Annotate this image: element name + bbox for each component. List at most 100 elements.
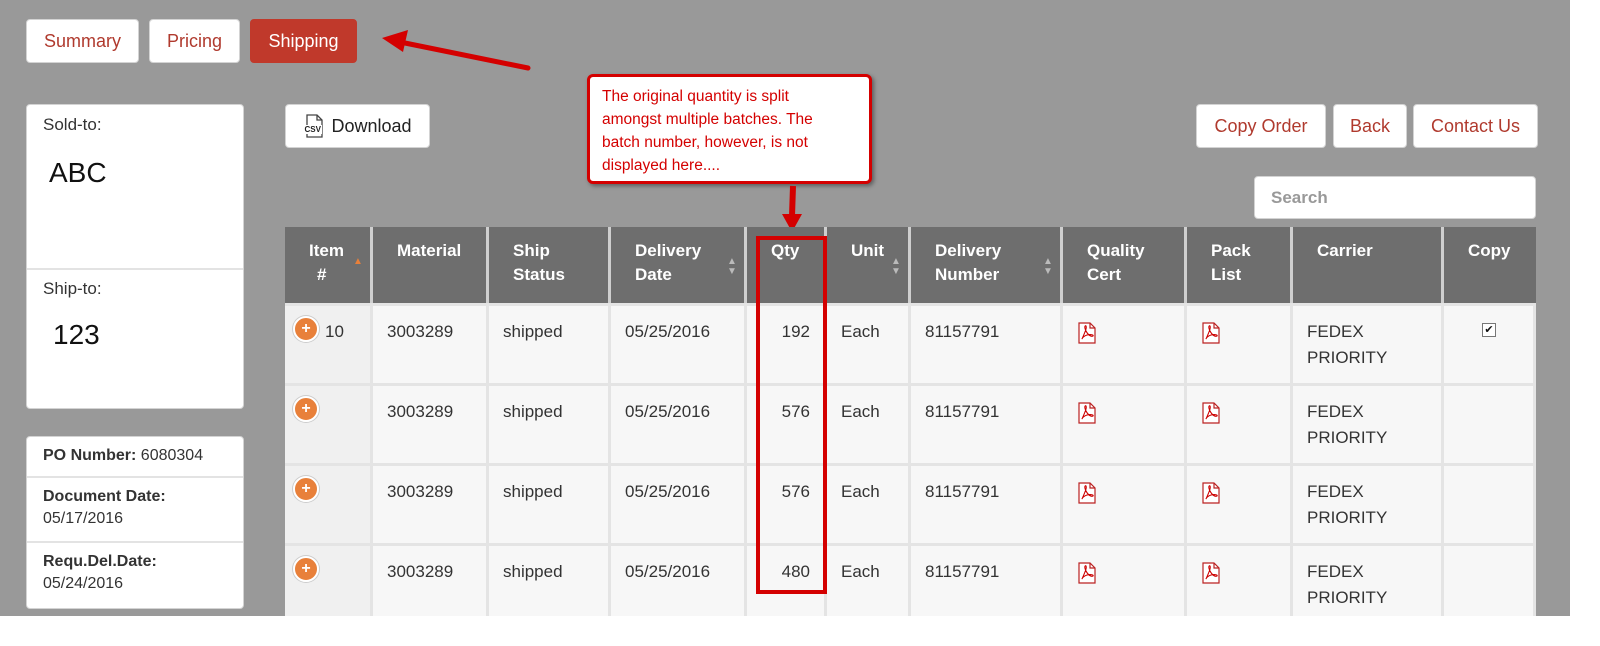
- cell-copy[interactable]: [1444, 386, 1533, 463]
- csv-file-icon: CSV: [303, 114, 325, 138]
- address-divider: [27, 268, 243, 270]
- cell-pack[interactable]: [1187, 386, 1290, 463]
- download-button[interactable]: CSV Download: [285, 104, 430, 148]
- column-header-delivery-number[interactable]: Delivery Number ▲ ▼: [911, 227, 1063, 303]
- contact-us-button[interactable]: Contact Us: [1413, 104, 1538, 148]
- expand-plus-icon[interactable]: +: [293, 556, 319, 582]
- column-header-quality-cert[interactable]: Quality Cert: [1063, 227, 1187, 303]
- address-panel: Sold-to: ABC Ship-to: 123: [26, 104, 244, 409]
- expand-plus-icon[interactable]: +: [293, 396, 319, 422]
- annotation-arrow-to-tab: [382, 30, 531, 71]
- column-header-carrier[interactable]: Carrier: [1293, 227, 1444, 303]
- pdf-icon[interactable]: [1077, 482, 1097, 504]
- cell-unit: Each: [827, 386, 908, 463]
- cell-pack[interactable]: [1187, 546, 1290, 616]
- cell-item[interactable]: +: [285, 466, 370, 543]
- sort-icon[interactable]: ▲ ▼: [891, 257, 901, 277]
- requ-del-date-label: Requ.Del.Date:: [43, 553, 157, 570]
- column-header-label: List: [1211, 265, 1242, 284]
- cell-delivery: 81157791: [911, 546, 1060, 616]
- requ-del-date-row: Requ.Del.Date: 05/24/2016: [27, 543, 243, 608]
- cell-delivery: 81157791: [911, 386, 1060, 463]
- cell-unit: Each: [827, 466, 908, 543]
- copy-order-button[interactable]: Copy Order: [1196, 104, 1326, 148]
- document-date-value: 05/17/2016: [43, 510, 124, 527]
- cell-cert[interactable]: [1063, 546, 1184, 616]
- cell-item[interactable]: +: [285, 546, 370, 616]
- shipping-table: Item # ▲ Material Ship Status Delivery D…: [285, 227, 1536, 616]
- tab-shipping[interactable]: Shipping: [250, 19, 357, 63]
- cell-material: 3003289: [373, 306, 486, 383]
- cell-item[interactable]: +: [285, 386, 370, 463]
- cell-date: 05/25/2016: [611, 306, 744, 383]
- cell-date: 05/25/2016: [611, 386, 744, 463]
- carrier-line: FEDEX: [1307, 322, 1364, 341]
- column-header-material[interactable]: Material: [373, 227, 489, 303]
- cell-cert[interactable]: [1063, 386, 1184, 463]
- cell-pack[interactable]: [1187, 306, 1290, 383]
- csv-icon-text: CSV: [303, 125, 322, 134]
- carrier-line: PRIORITY: [1307, 588, 1388, 607]
- carrier-line: PRIORITY: [1307, 508, 1388, 527]
- cell-carrier: FEDEX PRIORITY: [1293, 546, 1441, 616]
- cell-copy[interactable]: [1444, 546, 1533, 616]
- column-header-ship-status[interactable]: Ship Status: [489, 227, 611, 303]
- cell-delivery: 81157791: [911, 466, 1060, 543]
- sort-icon[interactable]: ▲ ▼: [727, 257, 737, 277]
- cell-carrier: FEDEX PRIORITY: [1293, 466, 1441, 543]
- tab-pricing[interactable]: Pricing: [149, 19, 240, 63]
- cell-unit: Each: [827, 546, 908, 616]
- column-header-label: Ship: [513, 241, 550, 260]
- column-header-pack-list[interactable]: Pack List: [1187, 227, 1293, 303]
- cell-status: shipped: [489, 546, 608, 616]
- expand-plus-icon[interactable]: +: [293, 476, 319, 502]
- cell-delivery: 81157791: [911, 306, 1060, 383]
- column-header-delivery-date[interactable]: Delivery Date ▲ ▼: [611, 227, 747, 303]
- cell-pack[interactable]: [1187, 466, 1290, 543]
- pdf-icon[interactable]: [1077, 402, 1097, 424]
- copy-checkbox[interactable]: ✔: [1482, 323, 1496, 337]
- sort-icon[interactable]: ▲ ▼: [1043, 257, 1053, 277]
- pdf-icon[interactable]: [1077, 322, 1097, 344]
- annotation-callout: The original quantity is split amongst m…: [587, 74, 872, 184]
- pdf-icon[interactable]: [1201, 322, 1221, 344]
- carrier-line: PRIORITY: [1307, 348, 1388, 367]
- pdf-icon[interactable]: [1201, 562, 1221, 584]
- carrier-line: FEDEX: [1307, 562, 1364, 581]
- po-number-label: PO Number:: [43, 447, 137, 464]
- pdf-icon[interactable]: [1201, 402, 1221, 424]
- tab-summary[interactable]: Summary: [26, 19, 139, 63]
- document-date-row: Document Date: 05/17/2016: [27, 478, 243, 543]
- callout-line: amongst multiple batches. The: [602, 111, 813, 128]
- column-header-unit[interactable]: Unit ▲ ▼: [827, 227, 911, 303]
- cell-cert[interactable]: [1063, 306, 1184, 383]
- column-header-label: Carrier: [1317, 241, 1373, 260]
- column-header-label: Copy: [1468, 241, 1511, 260]
- cell-item[interactable]: +10: [285, 306, 370, 383]
- cell-status: shipped: [489, 306, 608, 383]
- po-number-value: 6080304: [140, 447, 204, 464]
- cell-cert[interactable]: [1063, 466, 1184, 543]
- cell-date: 05/25/2016: [611, 546, 744, 616]
- column-header-label: Status: [513, 265, 565, 284]
- back-button[interactable]: Back: [1333, 104, 1407, 148]
- callout-line: batch number, however, is not: [602, 134, 808, 151]
- column-header-item[interactable]: Item # ▲: [285, 227, 373, 303]
- cell-carrier: FEDEX PRIORITY: [1293, 386, 1441, 463]
- expand-plus-icon[interactable]: +: [293, 316, 319, 342]
- column-header-label: Quality: [1087, 241, 1145, 260]
- cell-copy[interactable]: ✔: [1444, 306, 1533, 383]
- column-header-copy[interactable]: Copy: [1444, 227, 1536, 303]
- column-header-label: Delivery: [935, 241, 1002, 260]
- search-input[interactable]: [1254, 176, 1536, 219]
- sort-ascending-icon[interactable]: ▲: [353, 257, 363, 267]
- pdf-icon[interactable]: [1077, 562, 1097, 584]
- pdf-icon[interactable]: [1201, 482, 1221, 504]
- cell-status: shipped: [489, 386, 608, 463]
- cell-date: 05/25/2016: [611, 466, 744, 543]
- cell-copy[interactable]: [1444, 466, 1533, 543]
- cell-material: 3003289: [373, 386, 486, 463]
- cell-status: shipped: [489, 466, 608, 543]
- requ-del-date-value: 05/24/2016: [43, 575, 124, 592]
- ship-to-label: Ship-to:: [43, 279, 102, 298]
